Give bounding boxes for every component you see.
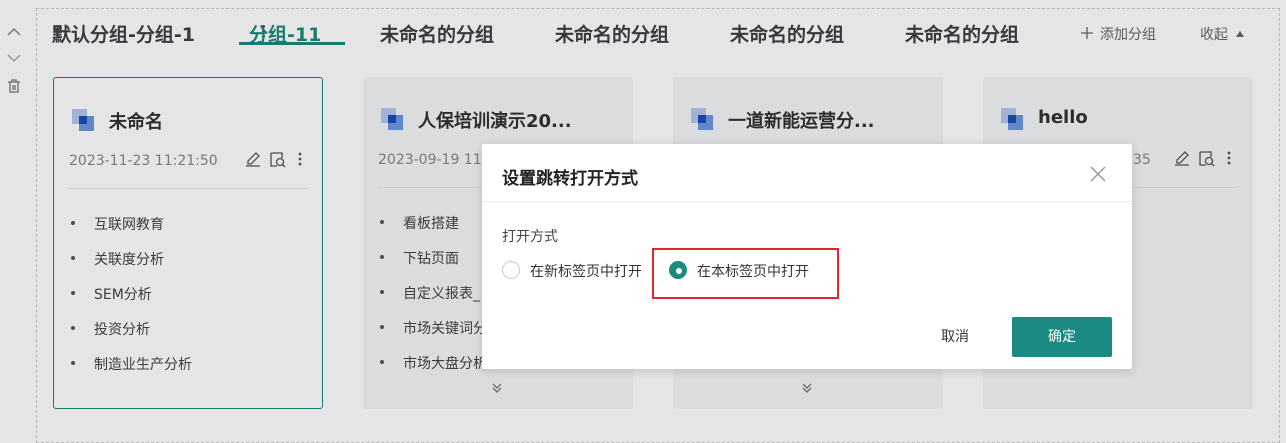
dialog-title: 设置跳转打开方式	[502, 169, 638, 189]
radio-new-tab-label[interactable]: 在新标签页中打开	[530, 261, 642, 281]
cancel-button[interactable]: 取消	[922, 318, 988, 356]
open-mode-dialog: 设置跳转打开方式 打开方式 在新标签页中打开 在本标签页中打开 取消 确定	[482, 144, 1132, 369]
dialog-divider	[482, 201, 1132, 202]
open-mode-label: 打开方式	[502, 229, 558, 245]
close-icon[interactable]	[1088, 164, 1108, 184]
radio-circle[interactable]	[502, 261, 520, 279]
confirm-button[interactable]: 确定	[1012, 317, 1112, 357]
highlight-box	[652, 248, 839, 299]
